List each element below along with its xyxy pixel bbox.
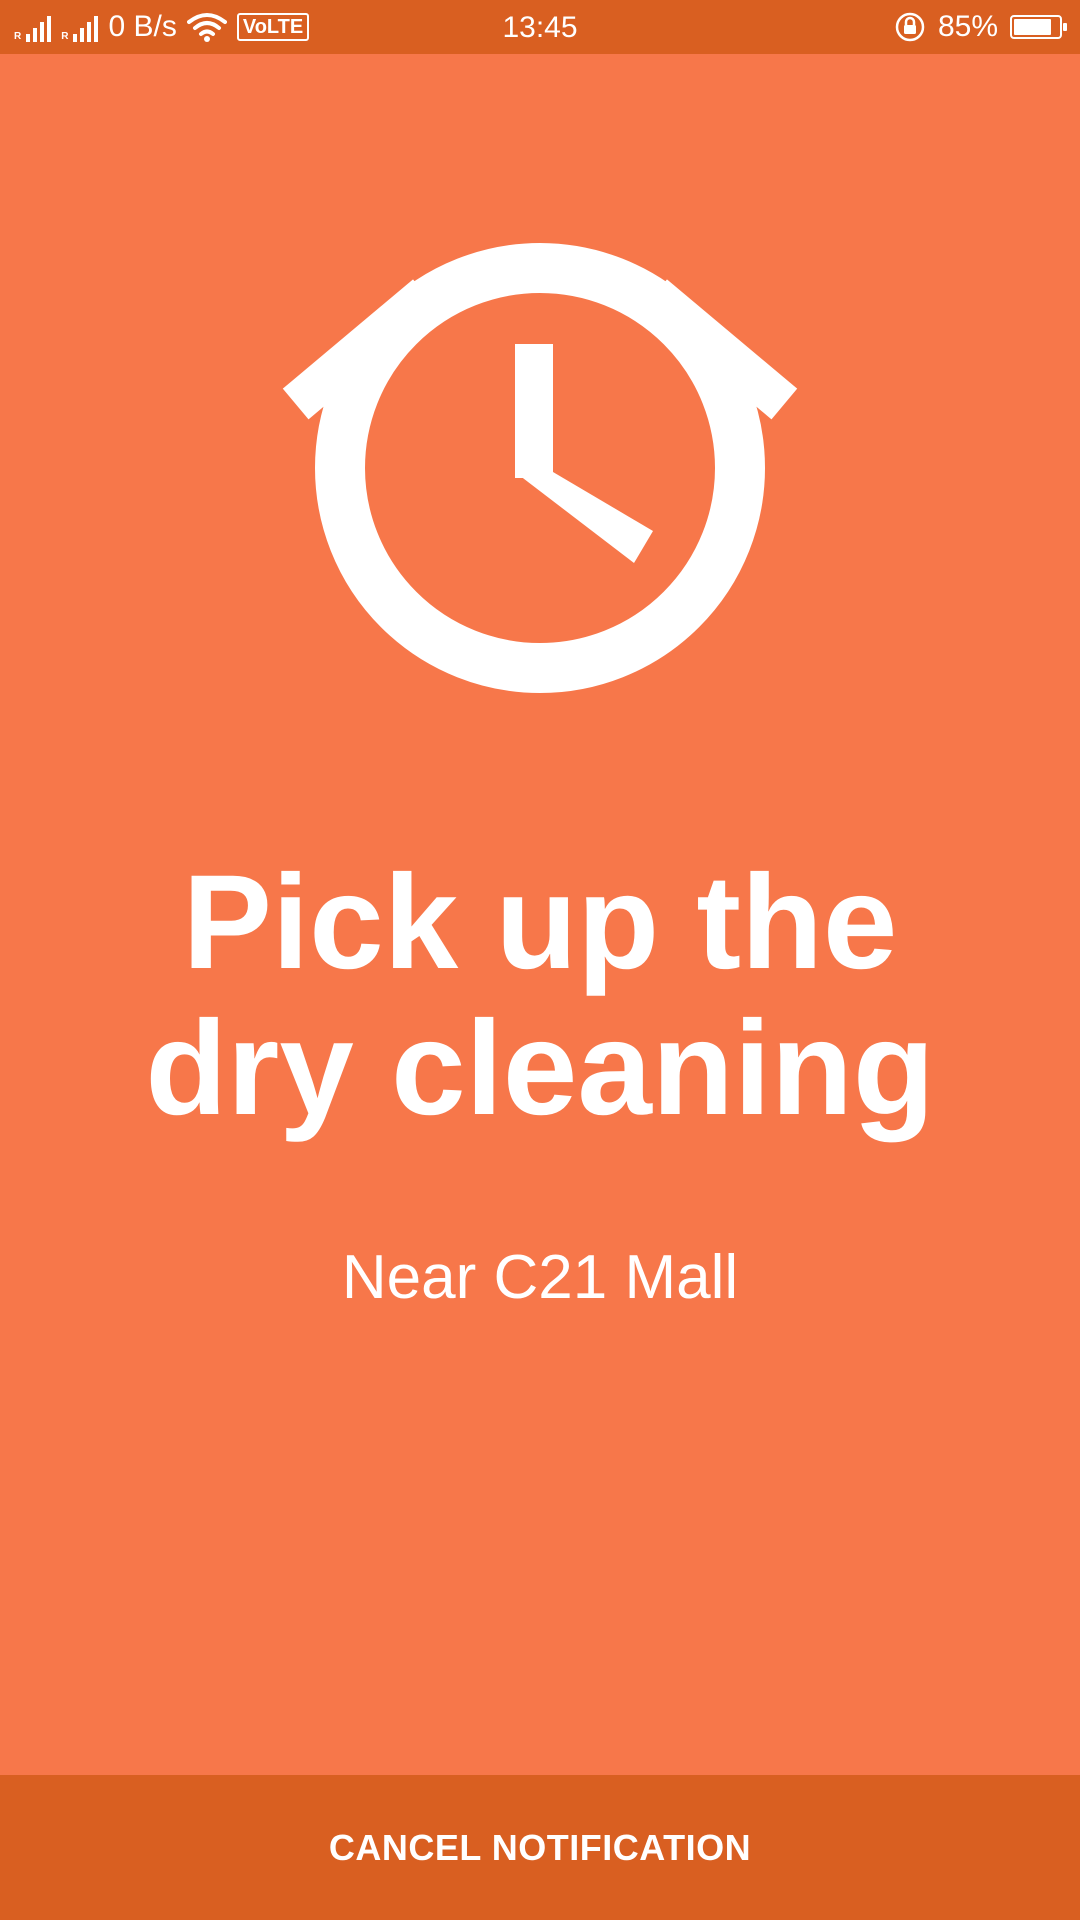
rotation-lock-icon: [895, 12, 925, 42]
alarm-clock-icon: [282, 243, 798, 693]
alarm-title: Pick up the dry cleaning: [145, 848, 935, 1143]
status-bar: R R 0 B/s VoLTE 13:45 85%: [0, 0, 1080, 54]
battery-percent: 85%: [937, 10, 998, 43]
alarm-location: Near C21 Mall: [341, 1243, 739, 1312]
battery-level-fill: [1014, 19, 1051, 35]
cancel-notification-button[interactable]: CANCEL NOTIFICATION: [0, 1775, 1080, 1920]
status-right-group: 85%: [894, 0, 1067, 54]
battery-icon: [1010, 15, 1067, 39]
